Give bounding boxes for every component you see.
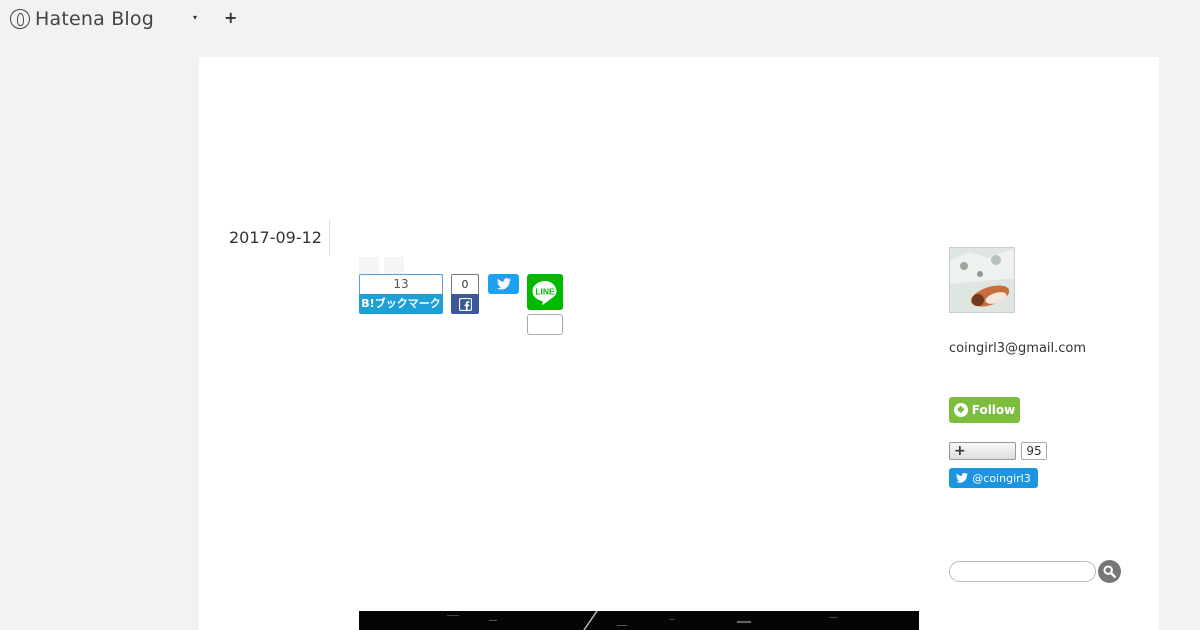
- twitter-icon: [496, 278, 511, 290]
- entry-image: [359, 611, 919, 630]
- twitter-follow-button[interactable]: @coingirl3: [949, 468, 1038, 488]
- twitter-follow-label: @coingirl3: [972, 471, 1031, 485]
- facebook-icon: [458, 297, 472, 311]
- line-label: LINE: [535, 286, 555, 296]
- date-divider: [329, 220, 330, 256]
- hatena-bookmark-label[interactable]: B!ブックマーク: [359, 294, 443, 314]
- line-count: [527, 314, 563, 335]
- placeholder-box: [384, 257, 404, 274]
- profile-email: coingirl3@gmail.com: [949, 341, 1087, 356]
- add-icon[interactable]: +: [224, 8, 237, 27]
- feedly-icon: ◆: [953, 403, 968, 417]
- feedly-follow-button[interactable]: ◆ Follow: [949, 397, 1020, 423]
- search-icon: [1103, 565, 1116, 578]
- avatar-image: [950, 248, 1014, 312]
- follow-label: Follow: [971, 403, 1016, 417]
- twitter-icon: [956, 473, 969, 483]
- hatena-bookmark-count[interactable]: 13: [359, 274, 443, 294]
- search-button[interactable]: [1098, 560, 1121, 583]
- top-bar: Hatena Blog ▾ +: [0, 0, 1200, 38]
- reader-count: 95: [1021, 442, 1047, 460]
- twitter-share-button[interactable]: [488, 274, 519, 294]
- menu-caret-icon[interactable]: ▾: [193, 13, 197, 22]
- line-share-button[interactable]: LINE: [527, 274, 563, 310]
- facebook-count: 0: [451, 274, 479, 294]
- entry-image-graphic: [359, 611, 919, 630]
- line-icon: LINE: [532, 280, 557, 305]
- logo-text: Hatena Blog: [35, 8, 154, 30]
- hatena-bookmark-button[interactable]: 13 B!ブックマーク: [359, 274, 443, 314]
- facebook-share[interactable]: [451, 294, 479, 314]
- reader-add-button[interactable]: +: [949, 442, 1016, 460]
- hatena-blog-logo[interactable]: Hatena Blog: [10, 8, 154, 30]
- search-input[interactable]: [949, 561, 1096, 582]
- avatar[interactable]: [949, 247, 1015, 313]
- placeholder-box: [359, 257, 379, 274]
- entry-date[interactable]: 2017-09-12: [229, 228, 322, 247]
- facebook-share-button[interactable]: 0: [451, 274, 479, 314]
- hatena-logo-icon: [10, 9, 30, 29]
